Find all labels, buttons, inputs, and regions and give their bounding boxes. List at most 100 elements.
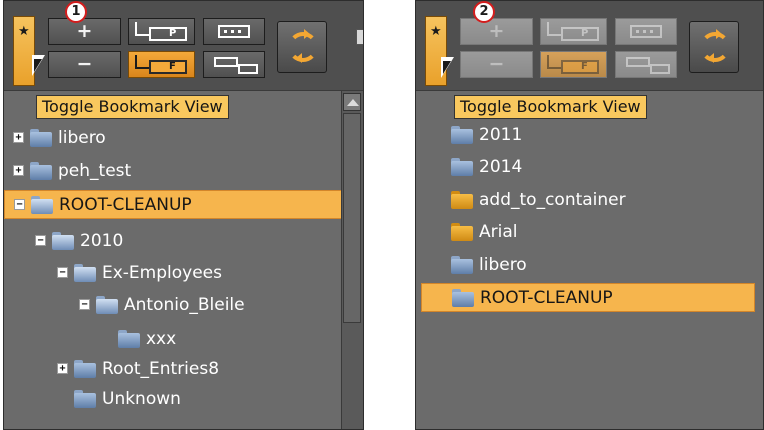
plus-icon: + [76, 20, 93, 42]
folder-tree: + libero + peh_test − ROOT-CLEANUP − 2010 − Ex-Em… [4, 91, 343, 429]
show-folders-button[interactable]: F [128, 51, 195, 78]
p-tag: P [561, 27, 599, 41]
folder-icon [451, 126, 473, 144]
expand-node-icon[interactable]: + [57, 363, 68, 374]
expand-node-icon[interactable]: + [13, 165, 24, 176]
folder-icon [74, 264, 96, 282]
toolbar: ★ + − P F [416, 1, 763, 91]
show-projects-button[interactable]: P [540, 18, 607, 45]
minus-icon: − [76, 53, 93, 75]
folder-icon [451, 223, 473, 241]
refresh-button[interactable] [689, 21, 739, 73]
right-panel: ★ + − P F Toggle Bookmark View 2011 2014… [415, 0, 764, 430]
bookmark-row-label: 2014 [479, 157, 523, 177]
split-icon [214, 57, 238, 67]
bookmark-row-label: add_to_container [479, 190, 626, 210]
tree-branch-icon [547, 55, 561, 69]
collapse-button[interactable]: − [460, 51, 533, 78]
f-tag: F [149, 60, 187, 74]
tree-row-label: libero [58, 128, 106, 148]
p-tag: P [149, 27, 187, 41]
tree-row-label: xxx [146, 329, 177, 349]
star-icon: ★ [430, 24, 442, 39]
tree-row-label: Ex-Employees [102, 263, 222, 283]
folder-icon [96, 296, 118, 314]
tooltip: Toggle Bookmark View [36, 95, 229, 119]
bookmark-row-label: libero [479, 255, 527, 275]
tree-row[interactable]: + peh_test [4, 157, 343, 186]
expand-button[interactable]: + [48, 18, 121, 45]
tree-row-label: ROOT-CLEANUP [59, 195, 192, 215]
tree-row[interactable]: − 2010 [4, 227, 343, 256]
split-view-button[interactable] [203, 51, 265, 78]
bookmark-row[interactable]: ROOT-CLEANUP [421, 283, 755, 312]
folder-icon [31, 196, 53, 214]
expand-node-icon[interactable]: + [13, 132, 24, 143]
folder-icon [451, 158, 473, 176]
tree-row-label: Antonio_Bleile [124, 295, 245, 315]
expand-button[interactable]: + [460, 18, 533, 45]
tree-row[interactable]: − Ex-Employees [4, 259, 343, 288]
folder-icon [30, 162, 52, 180]
rectangle-icon [630, 25, 662, 38]
tooltip: Toggle Bookmark View [454, 95, 647, 119]
minus-icon: − [488, 53, 505, 75]
rectangle-icon [218, 25, 250, 38]
extra-button[interactable] [356, 29, 363, 45]
bookmark-row[interactable]: 2011 [421, 121, 755, 150]
tree-row-label: peh_test [58, 161, 132, 181]
folder-icon [74, 360, 96, 378]
split-icon-part [238, 64, 258, 74]
refresh-icon [700, 29, 730, 63]
tree-row[interactable]: Unknown [4, 385, 343, 414]
collapse-node-icon[interactable]: − [79, 299, 90, 310]
refresh-button[interactable] [277, 21, 327, 73]
show-folders-button[interactable]: F [540, 51, 607, 78]
collapse-node-icon[interactable]: − [14, 199, 25, 210]
folder-icon [30, 129, 52, 147]
f-tag: F [561, 60, 599, 74]
bookmark-row-label: ROOT-CLEANUP [480, 288, 613, 308]
refresh-icon [288, 29, 318, 63]
collapse-node-icon[interactable]: − [35, 235, 46, 246]
folder-icon [452, 289, 474, 307]
tree-row-label: Unknown [102, 389, 181, 409]
tree-branch-icon [135, 22, 149, 36]
callout-badge-2: 2 [473, 1, 495, 23]
bookmark-row-label: 2011 [479, 125, 523, 145]
folder-icon [451, 191, 473, 209]
bookmark-row[interactable]: add_to_container [421, 186, 755, 215]
collapse-node-icon[interactable]: − [57, 267, 68, 278]
folder-icon [74, 390, 96, 408]
tree-row-label: 2010 [80, 231, 124, 251]
folder-icon [118, 330, 140, 348]
tree-row[interactable]: xxx [4, 325, 343, 354]
show-projects-button[interactable]: P [128, 18, 195, 45]
tree-branch-icon [547, 22, 561, 36]
left-panel: ★ + − P F Toggle Bookmark View + libero … [3, 0, 364, 430]
bookmark-row[interactable]: 2014 [421, 153, 755, 182]
bookmark-row[interactable]: Arial [421, 218, 755, 247]
callout-badge-1: 1 [65, 1, 87, 23]
bookmark-row-label: Arial [479, 222, 518, 242]
split-icon-part [650, 64, 670, 74]
tree-row[interactable]: − ROOT-CLEANUP [4, 190, 343, 219]
tree-row-label: Root_Entries8 [102, 359, 220, 379]
tree-row[interactable]: + libero [4, 124, 343, 153]
scroll-thumb[interactable] [343, 113, 361, 323]
folder-icon [451, 256, 473, 274]
tree-row[interactable]: − Antonio_Bleile [4, 291, 343, 320]
split-view-button[interactable] [615, 51, 677, 78]
collapse-button[interactable]: − [48, 51, 121, 78]
view-mode-button[interactable] [615, 18, 677, 45]
scroll-up-arrow-icon[interactable] [343, 93, 361, 111]
plus-icon: + [488, 20, 505, 42]
tree-row[interactable]: + Root_Entries8 [4, 355, 343, 384]
tree-branch-icon [135, 55, 149, 69]
bookmark-list: 2011 2014 add_to_container Arial libero ROOT-… [416, 91, 763, 429]
scrollbar[interactable] [341, 91, 363, 429]
folder-icon [52, 232, 74, 250]
bookmark-row[interactable]: libero [421, 251, 755, 280]
toolbar: ★ + − P F [4, 1, 363, 91]
view-mode-button[interactable] [203, 18, 265, 45]
